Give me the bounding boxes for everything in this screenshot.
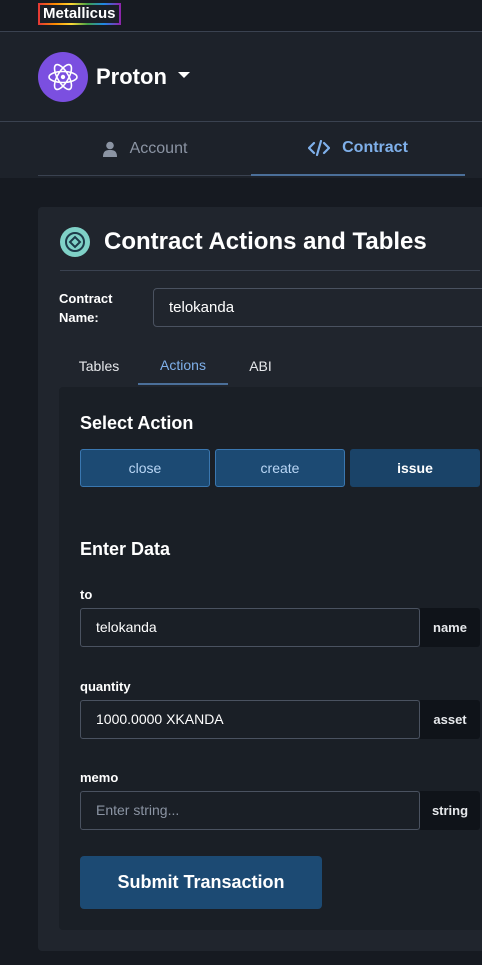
- quantity-input[interactable]: 1000.0000 XKANDA: [80, 700, 420, 739]
- tab-abi[interactable]: ABI: [228, 347, 293, 385]
- action-create-button[interactable]: create: [215, 449, 345, 487]
- select-action-heading: Select Action: [80, 413, 194, 433]
- tab-tables[interactable]: Tables: [60, 347, 138, 385]
- quantity-type-addon: asset: [420, 700, 480, 739]
- tab-account[interactable]: Account: [38, 122, 251, 176]
- memo-input[interactable]: Enter string...: [80, 791, 420, 830]
- enter-data-heading: Enter Data: [80, 539, 171, 559]
- user-icon: [102, 141, 117, 157]
- atom-icon: [38, 52, 88, 102]
- actions-panel: Select Action close create issue Enter D…: [59, 387, 482, 930]
- contract-logo-icon: [60, 227, 90, 257]
- contract-card: Contract Actions and Tables Contract Nam…: [38, 207, 482, 951]
- quantity-label: quantity: [80, 679, 131, 694]
- metallicus-logo[interactable]: Metallicus: [38, 3, 121, 25]
- to-input[interactable]: telokanda: [80, 608, 420, 647]
- title-divider: [60, 270, 480, 271]
- chain-name[interactable]: Proton: [96, 64, 167, 90]
- contract-name-input[interactable]: telokanda: [153, 288, 482, 327]
- memo-type-addon: string: [420, 791, 480, 830]
- tab-contract[interactable]: Contract: [251, 122, 465, 176]
- card-title: Contract Actions and Tables: [60, 227, 427, 257]
- card-title-text: Contract Actions and Tables: [104, 228, 427, 255]
- top-logo-bar: Metallicus: [0, 0, 482, 30]
- to-type-addon: name: [420, 608, 480, 647]
- to-label: to: [80, 587, 93, 602]
- code-icon: [308, 140, 331, 156]
- contract-name-label: Contract Name:: [59, 291, 113, 325]
- main-tabs: Account Contract: [0, 122, 482, 178]
- chain-selector[interactable]: Proton: [0, 32, 482, 121]
- tab-actions[interactable]: Actions: [138, 347, 228, 385]
- chevron-down-icon[interactable]: [178, 72, 190, 78]
- action-issue-button[interactable]: issue: [350, 449, 480, 487]
- tab-account-label: Account: [129, 139, 188, 157]
- action-close-button[interactable]: close: [80, 449, 210, 487]
- tab-contract-label: Contract: [342, 139, 408, 156]
- submit-transaction-button[interactable]: Submit Transaction: [80, 856, 322, 909]
- memo-label: memo: [80, 770, 119, 785]
